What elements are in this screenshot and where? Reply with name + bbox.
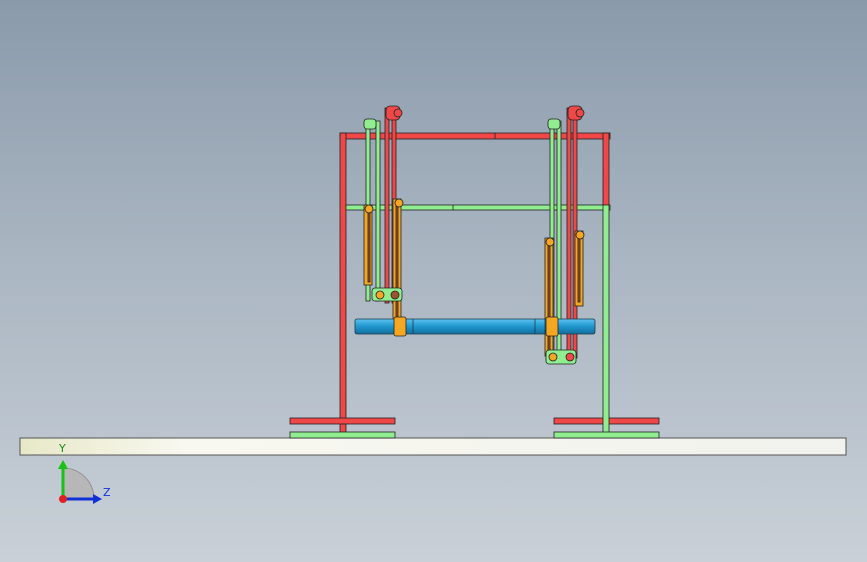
triad-y-label: Y [59, 442, 66, 455]
triad-z-arrow [93, 494, 102, 504]
triad-z-label: Z [103, 486, 111, 499]
view-orientation-triad[interactable]: Y Z [50, 440, 120, 510]
cad-graphics-viewport[interactable]: Y Z [0, 0, 867, 562]
ground-plate[interactable] [19, 437, 847, 456]
red-base-foot-left [289, 417, 396, 425]
triad-y-arrow [58, 460, 68, 469]
blue-shaft[interactable] [354, 318, 596, 335]
triad-quadrant [62, 467, 95, 500]
assembly-drawing[interactable] [0, 0, 867, 562]
triad-x-axis-dot [59, 495, 67, 503]
green-base-foot-left [289, 431, 396, 439]
green-base-foot-right [553, 431, 660, 439]
